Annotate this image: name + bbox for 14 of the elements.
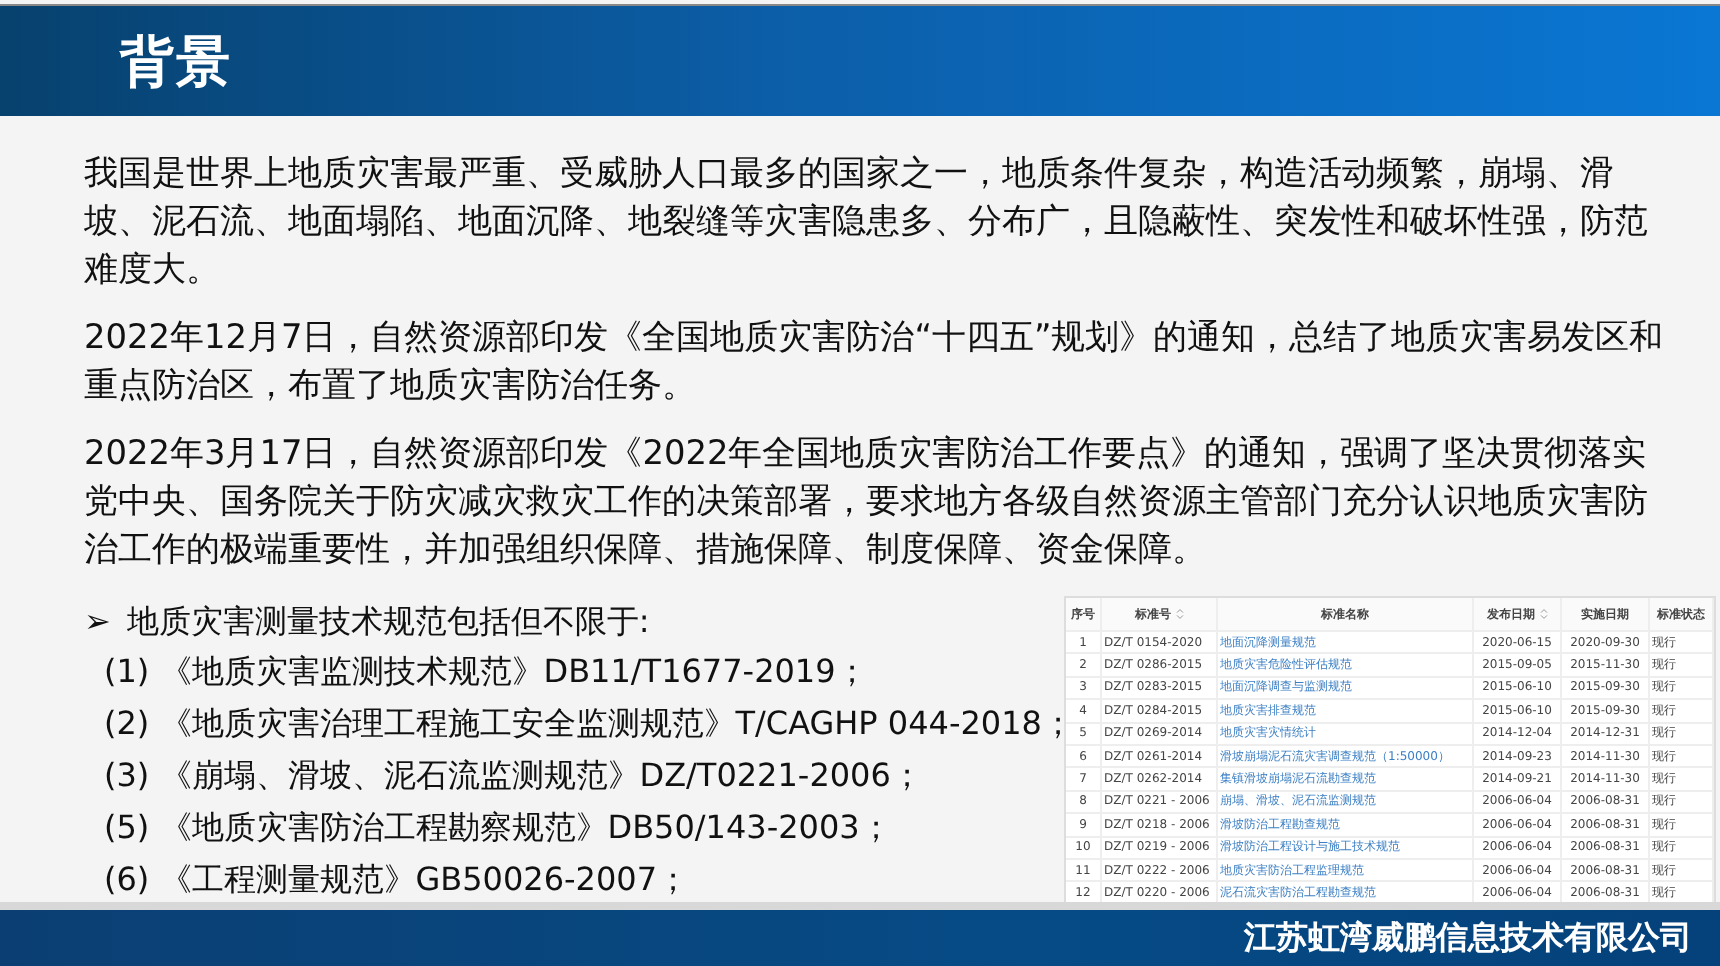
slide-title: 背景 <box>120 29 232 97</box>
paragraph: 2022年12月7日，自然资源部印发《全国地质灾害防治“十四五”规划》的通知，总结了地质灾害易发区和重点防治区，布置了地质灾害防治任务。 <box>84 314 1664 408</box>
standard-item: (1) 《地质灾害监测技术规范》DB11/T1677-2019； <box>102 650 870 694</box>
bullet-text: 地质灾害测量技术规范包括但不限于: <box>126 600 650 644</box>
company-name: 江苏虹湾威鹏信息技术有限公司 <box>1244 917 1692 959</box>
standard-item: (6) 《工程测量规范》GB50026-2007； <box>102 858 692 902</box>
standard-item: (2) 《地质灾害治理工程施工安全监测规范》T/CAGHP 044-2018； <box>102 702 1064 746</box>
bullet-marker: ➢ <box>84 600 111 644</box>
standard-item: (3) 《崩塌、滑坡、泥石流监测规范》DZ/T0221-2006； <box>102 754 925 798</box>
sort-icon[interactable] <box>1539 608 1547 620</box>
paragraph: 我国是世界上地质灾害最严重、受威胁人口最多的国家之一，地质条件复杂，构造活动频繁，崩塌、滑坡、泥石流、地面塌陷、地面沉降、地裂缝等灾害隐患多、分布广，且隐蔽性、突发性和破坏性强，防范难度大。 <box>84 150 1650 292</box>
standard-item: (5) 《地质灾害防治工程勘察规范》DB50/143-2003； <box>102 806 894 850</box>
sort-icon[interactable] <box>1175 608 1183 620</box>
paragraph: 2022年3月17日，自然资源部印发《2022年全国地质灾害防治工作要点》的通知，强调了坚决贯彻落实党中央、国务院关于防灾减灾救灾工作的决策部署，要求地方各级自然资源主管部门充分认识地质灾害防治工作的极端重要性，并加强组织保障、措施保障、制度保障、资金保障。 <box>84 430 1650 572</box>
